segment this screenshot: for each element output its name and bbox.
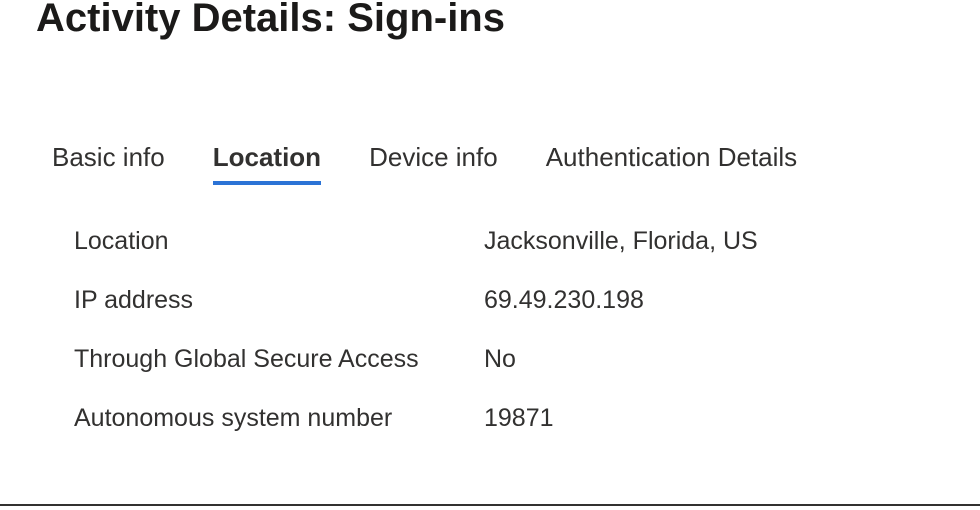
tabs-container: Basic info Location Device info Authenti… bbox=[0, 142, 980, 183]
tab-location[interactable]: Location bbox=[213, 142, 321, 183]
detail-row-global-secure-access: Through Global Secure Access No bbox=[74, 345, 980, 374]
detail-label: IP address bbox=[74, 286, 484, 315]
detail-row-ip-address: IP address 69.49.230.198 bbox=[74, 286, 980, 315]
page-title: Activity Details: Sign-ins bbox=[0, 0, 980, 42]
detail-row-asn: Autonomous system number 19871 bbox=[74, 404, 980, 433]
detail-value: 19871 bbox=[484, 404, 554, 433]
detail-label: Through Global Secure Access bbox=[74, 345, 484, 374]
detail-value: Jacksonville, Florida, US bbox=[484, 227, 758, 256]
detail-value: 69.49.230.198 bbox=[484, 286, 644, 315]
detail-label: Autonomous system number bbox=[74, 404, 484, 433]
detail-label: Location bbox=[74, 227, 484, 256]
tab-basic-info[interactable]: Basic info bbox=[52, 142, 165, 183]
tab-authentication-details[interactable]: Authentication Details bbox=[546, 142, 797, 183]
divider bbox=[0, 504, 980, 506]
tab-device-info[interactable]: Device info bbox=[369, 142, 498, 183]
detail-value: No bbox=[484, 345, 516, 374]
detail-row-location: Location Jacksonville, Florida, US bbox=[74, 227, 980, 256]
details-panel: Location Jacksonville, Florida, US IP ad… bbox=[0, 227, 980, 433]
